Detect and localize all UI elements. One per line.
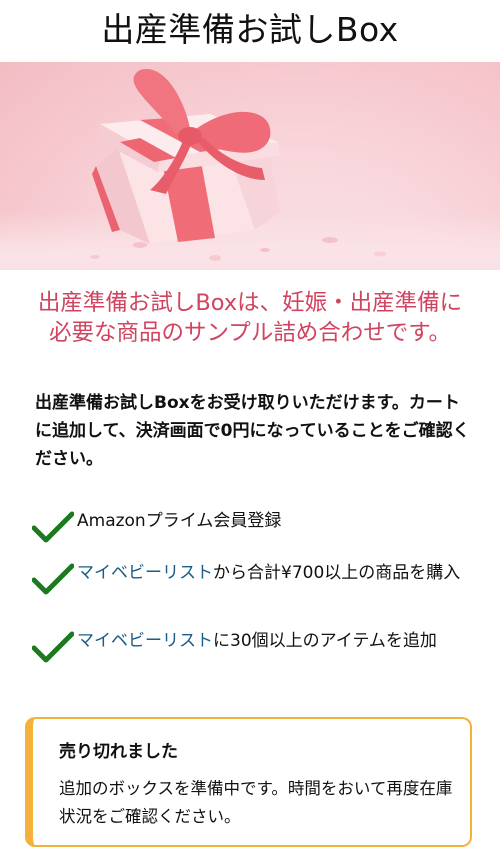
sold-out-alert: 売り切れました 追加のボックスを準備中です。時間をおいて再度在庫状況をご確認くだ… — [25, 717, 472, 847]
requirement-text: Amazonプライム会員登録 — [77, 511, 282, 531]
check-icon — [32, 563, 74, 595]
baby-registry-link[interactable]: マイベビーリスト — [77, 563, 213, 583]
gift-box-illustration — [90, 68, 386, 261]
check-icon — [32, 631, 74, 663]
tagline-line-2: 必要な商品のサンプル詰め合わせです。 — [48, 320, 452, 346]
page-title: 出産準備お試しBox — [101, 10, 399, 49]
hero-gift-image — [0, 62, 500, 270]
tagline-line-1: 出産準備お試しBoxは、妊娠・出産準備に — [37, 290, 463, 316]
intro-text: 出産準備お試しBoxをお受け取りいただけます。カートに追加して、決済画面で0円に… — [35, 393, 470, 469]
baby-registry-link[interactable]: マイベビーリスト — [77, 631, 213, 651]
check-icon — [32, 511, 74, 543]
requirement-text: から合計¥700以上の商品を購入 — [213, 563, 461, 583]
sold-out-message: 追加のボックスを準備中です。時間をおいて再度在庫状況をご確認ください。 — [59, 779, 453, 826]
tagline: 出産準備お試しBoxは、妊娠・出産準備に 必要な商品のサンプル詰め合わせです。 — [0, 288, 500, 348]
sold-out-heading: 売り切れました — [59, 742, 178, 762]
requirement-text: に30個以上のアイテムを追加 — [213, 631, 437, 651]
